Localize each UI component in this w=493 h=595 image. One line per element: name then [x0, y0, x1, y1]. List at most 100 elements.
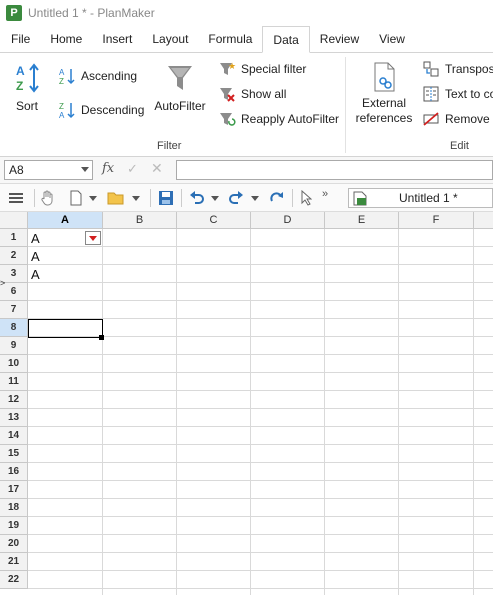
undo-dropdown-icon[interactable] — [210, 189, 220, 207]
row-header[interactable]: 20 — [0, 535, 28, 553]
row-header[interactable]: 13 — [0, 409, 28, 427]
toolbar-overflow-icon[interactable]: » — [320, 185, 330, 203]
transpose-button[interactable]: Transpos — [422, 60, 493, 78]
spreadsheet-grid[interactable]: A B C D E F 1 2 3 6 7 8 9 10 11 12 13 14… — [0, 212, 493, 595]
window-title: Untitled 1 * - PlanMaker — [28, 6, 155, 20]
tab-insert[interactable]: Insert — [92, 26, 142, 52]
tab-view[interactable]: View — [369, 26, 415, 52]
chevron-down-icon[interactable] — [81, 167, 89, 172]
sort-button[interactable]: A Z Sort — [12, 63, 42, 113]
repeat-icon[interactable] — [268, 189, 286, 207]
row-header[interactable]: 17 — [0, 481, 28, 499]
row-header[interactable]: 9 — [0, 337, 28, 355]
remove-duplicates-icon — [422, 110, 440, 128]
column-header-b[interactable]: B — [103, 212, 177, 229]
sort-descending-icon: Z A — [58, 101, 76, 119]
cell-a2[interactable]: A — [31, 249, 40, 264]
text-to-columns-button[interactable]: Text to co — [422, 85, 493, 103]
tab-review[interactable]: Review — [310, 26, 369, 52]
pointer-icon[interactable] — [298, 189, 314, 207]
row-header[interactable]: 15 — [0, 445, 28, 463]
redo-dropdown-icon[interactable] — [250, 189, 260, 207]
select-all-corner[interactable] — [0, 212, 28, 229]
confirm-check-icon[interactable]: ✓ — [127, 161, 138, 177]
descending-button[interactable]: Z A Descending — [58, 101, 144, 119]
sort-ascending-icon: A Z — [58, 67, 76, 85]
special-filter-button[interactable]: ★ Special filter — [218, 60, 306, 78]
svg-text:Z: Z — [59, 102, 64, 111]
gridline — [398, 229, 399, 595]
column-header-f[interactable]: F — [399, 212, 474, 229]
open-dropdown-icon[interactable] — [131, 189, 141, 207]
column-header-c[interactable]: C — [177, 212, 251, 229]
row-header[interactable]: 22 — [0, 571, 28, 589]
row-header[interactable]: 12 — [0, 391, 28, 409]
title-bar: P Untitled 1 * - PlanMaker — [0, 0, 493, 26]
save-icon[interactable] — [157, 189, 175, 207]
row-header[interactable]: 7 — [0, 301, 28, 319]
sort-label: Sort — [15, 99, 38, 113]
tab-layout[interactable]: Layout — [142, 26, 198, 52]
undo-icon[interactable] — [188, 189, 206, 207]
function-icon[interactable]: fx — [102, 161, 114, 176]
show-all-button[interactable]: Show all — [218, 85, 286, 103]
column-header-g[interactable] — [474, 212, 493, 229]
gridline — [28, 570, 493, 571]
ascending-label: Ascending — [81, 69, 138, 83]
cell-a1[interactable]: A — [31, 231, 40, 246]
ribbon-data: A Z Sort A Z Ascending Z A Descending Au… — [0, 53, 493, 157]
open-folder-icon[interactable] — [107, 189, 125, 207]
redo-icon[interactable] — [227, 189, 245, 207]
fill-handle[interactable] — [99, 335, 104, 340]
cell-reference-box[interactable]: A8 — [4, 160, 93, 180]
hamburger-menu-icon[interactable] — [8, 189, 24, 207]
descending-label: Descending — [81, 103, 145, 117]
formula-bar: A8 fx ✓ ✕ — [0, 157, 493, 184]
formula-input[interactable] — [176, 160, 493, 180]
new-document-icon[interactable] — [68, 189, 84, 207]
document-tab[interactable]: Untitled 1 * — [348, 188, 493, 208]
show-all-label: Show all — [241, 87, 287, 101]
row-header[interactable]: 14 — [0, 427, 28, 445]
row-header[interactable]: 16 — [0, 463, 28, 481]
tab-file[interactable]: File — [0, 26, 40, 52]
row-header[interactable]: 18 — [0, 499, 28, 517]
external-references-button[interactable]: External references — [353, 61, 415, 126]
selected-cell-a8[interactable] — [28, 319, 103, 338]
remove-duplicates-button[interactable]: Remove d — [422, 110, 493, 128]
row-header[interactable]: 1 — [0, 229, 28, 247]
ascending-button[interactable]: A Z Ascending — [58, 67, 137, 85]
column-header-a[interactable]: A — [28, 212, 103, 229]
column-header-d[interactable]: D — [251, 212, 325, 229]
autofilter-button[interactable]: AutoFilter — [152, 63, 208, 113]
row-header[interactable]: 8 — [0, 319, 28, 337]
toolbar-separator — [34, 189, 35, 207]
svg-text:Z: Z — [16, 79, 23, 93]
ribbon-tabs: File Home Insert Layout Formula Data Rev… — [0, 26, 493, 53]
tab-home[interactable]: Home — [40, 26, 92, 52]
special-filter-label: Special filter — [241, 62, 307, 76]
tab-data[interactable]: Data — [262, 26, 310, 53]
row-header[interactable]: 11 — [0, 373, 28, 391]
hand-tool-icon[interactable] — [38, 189, 56, 207]
row-header[interactable]: 2 — [0, 247, 28, 265]
toolbar-separator — [150, 189, 151, 207]
column-header-e[interactable]: E — [325, 212, 399, 229]
row-header[interactable]: 21 — [0, 553, 28, 571]
cell-reference-value: A8 — [9, 163, 24, 177]
row-header[interactable]: 10 — [0, 355, 28, 373]
cell-a3[interactable]: A — [31, 267, 40, 282]
text-to-columns-label: Text to co — [445, 87, 493, 101]
reapply-filter-icon — [218, 110, 236, 128]
gridline — [473, 229, 474, 595]
cancel-x-icon[interactable]: ✕ — [151, 160, 163, 177]
tab-formula[interactable]: Formula — [198, 26, 262, 52]
gridline — [28, 372, 493, 373]
row-header[interactable]: 19 — [0, 517, 28, 535]
hidden-rows-marker: > — [0, 278, 6, 288]
svg-text:Z: Z — [59, 77, 64, 85]
gridline — [28, 300, 493, 301]
autofilter-dropdown-button[interactable] — [85, 231, 101, 245]
new-document-dropdown-icon[interactable] — [88, 189, 98, 207]
reapply-autofilter-button[interactable]: Reapply AutoFilter — [218, 110, 339, 128]
